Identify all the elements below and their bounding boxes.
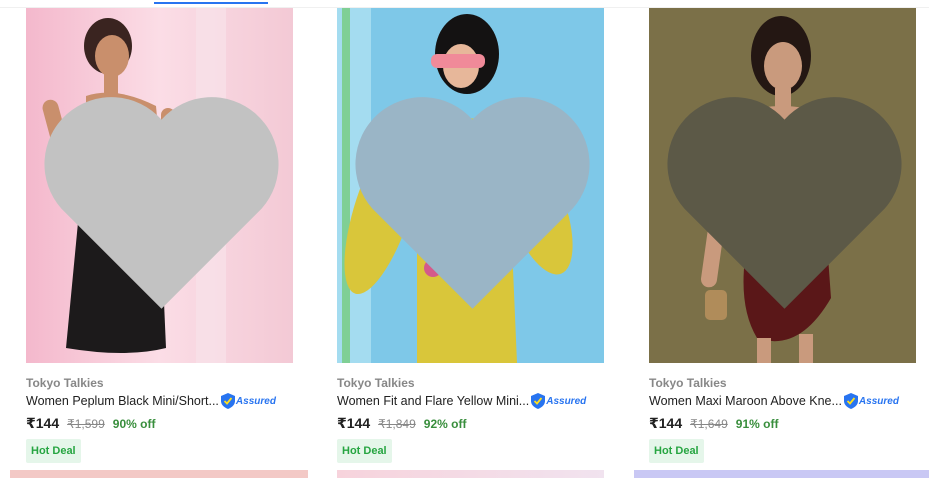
- product-card[interactable]: Tokyo Talkies Women Fit and Flare Yellow…: [337, 8, 637, 468]
- product-mrp: ₹1,649: [690, 417, 728, 431]
- next-product-image[interactable]: [337, 470, 604, 478]
- product-brand: Tokyo Talkies: [337, 376, 415, 390]
- product-title[interactable]: Women Fit and Flare Yellow Mini...: [337, 394, 529, 408]
- top-filter-bar: [0, 0, 929, 8]
- assured-label: Assured: [858, 395, 899, 407]
- wishlist-heart-icon[interactable]: [651, 20, 916, 363]
- product-brand: Tokyo Talkies: [649, 376, 727, 390]
- hot-deal-badge: Hot Deal: [337, 439, 392, 463]
- assured-shield-icon: [220, 393, 235, 409]
- assured-badge: Assured: [843, 393, 899, 409]
- assured-label: Assured: [546, 395, 587, 407]
- product-price: ₹144: [649, 415, 683, 431]
- next-product-image[interactable]: [634, 470, 929, 478]
- product-card[interactable]: Tokyo Talkies Women Peplum Black Mini/Sh…: [26, 8, 326, 468]
- product-discount: 90% off: [112, 417, 156, 431]
- assured-badge: Assured: [220, 393, 276, 409]
- assured-label: Assured: [235, 395, 276, 407]
- product-image[interactable]: [337, 8, 604, 363]
- product-mrp: ₹1,849: [378, 417, 416, 431]
- product-title[interactable]: Women Peplum Black Mini/Short...: [26, 394, 219, 408]
- product-title[interactable]: Women Maxi Maroon Above Kne...: [649, 394, 842, 408]
- assured-shield-icon: [531, 393, 546, 409]
- assured-badge: Assured: [531, 393, 586, 409]
- product-price: ₹144: [26, 415, 60, 431]
- hot-deal-badge: Hot Deal: [26, 439, 81, 463]
- product-discount: 91% off: [735, 417, 779, 431]
- product-mrp: ₹1,599: [67, 417, 105, 431]
- product-price: ₹144: [337, 415, 371, 431]
- product-card[interactable]: Tokyo Talkies Women Maxi Maroon Above Kn…: [649, 8, 929, 468]
- product-image[interactable]: [649, 8, 916, 363]
- wishlist-heart-icon[interactable]: [339, 20, 604, 363]
- product-image[interactable]: [26, 8, 293, 363]
- wishlist-heart-icon[interactable]: [28, 20, 293, 363]
- next-product-image[interactable]: [10, 470, 308, 478]
- assured-shield-icon: [843, 393, 858, 409]
- product-discount: 92% off: [423, 417, 467, 431]
- hot-deal-badge: Hot Deal: [649, 439, 704, 463]
- product-brand: Tokyo Talkies: [26, 376, 104, 390]
- active-filter-underline: [154, 2, 268, 4]
